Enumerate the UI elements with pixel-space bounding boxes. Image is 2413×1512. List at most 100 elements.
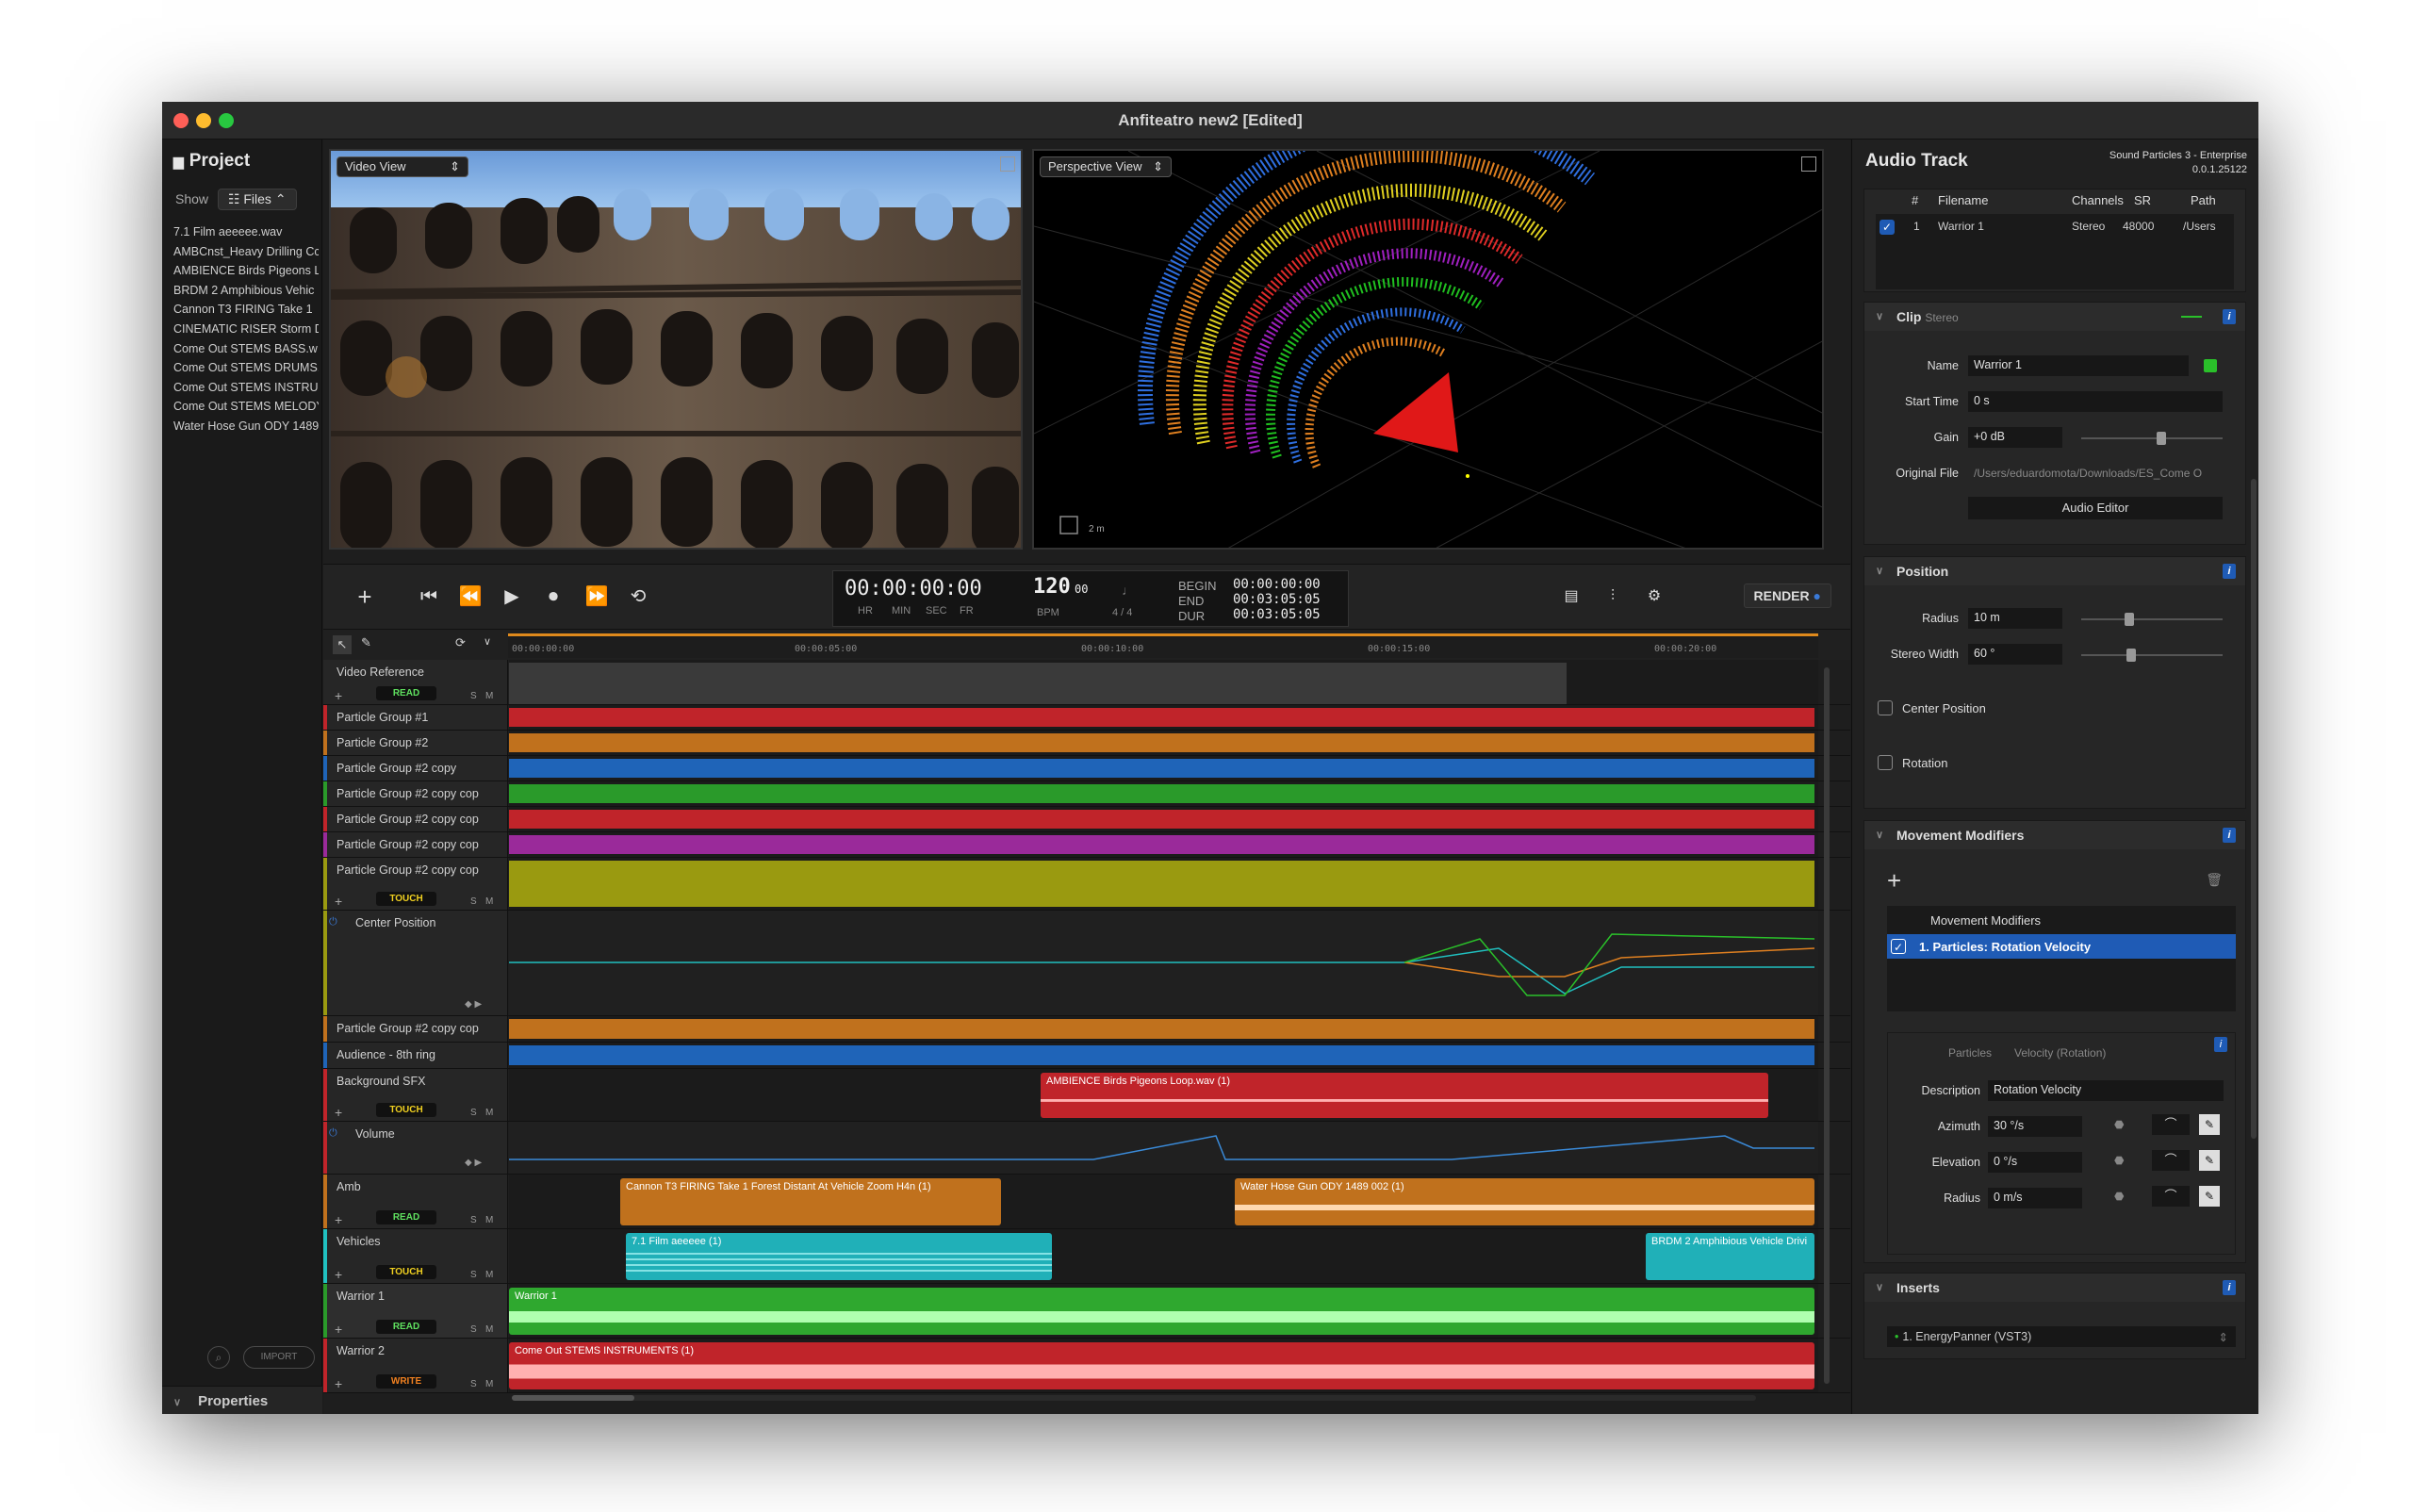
power-icon[interactable]: • <box>1895 1330 1898 1343</box>
add-modifier-icon[interactable]: + <box>1887 866 1901 896</box>
mute-button[interactable]: M <box>485 896 493 907</box>
automation-mode[interactable]: READ <box>376 1210 436 1224</box>
automation-curves[interactable] <box>509 911 1818 1016</box>
file-item[interactable]: AMBIENCE Birds Pigeons L <box>173 261 319 281</box>
add-icon[interactable]: + <box>335 688 342 703</box>
view-toggle-icon[interactable]: ▤ <box>1554 580 1588 614</box>
gear-icon[interactable]: ⚙ <box>1637 580 1671 614</box>
add-icon[interactable]: + <box>335 894 342 909</box>
fast-forward-icon[interactable]: ⏩ <box>580 580 614 614</box>
track-bar[interactable] <box>509 733 1814 752</box>
solo-button[interactable]: S <box>470 1108 477 1118</box>
track-audience-8th-ring[interactable]: Audience - 8th ring <box>323 1043 1850 1069</box>
track-bar[interactable] <box>509 861 1814 907</box>
rewind-icon[interactable]: ⏪ <box>453 580 487 614</box>
track-particle-group-2[interactable]: Particle Group #2 <box>323 731 1850 756</box>
file-item[interactable]: Come Out STEMS DRUMS. <box>173 358 319 378</box>
table-row[interactable]: ✓ 1 Warrior 1 Stereo 48000 /Users <box>1876 214 2234 289</box>
track-particle-group-1[interactable]: Particle Group #1 <box>323 705 1850 731</box>
gain-field[interactable]: +0 dB <box>1968 427 2062 448</box>
track-bar[interactable] <box>509 784 1814 803</box>
inserts-header[interactable]: ∨ Inserts i <box>1864 1274 2245 1302</box>
insert-slot[interactable]: • 1. EnergyPanner (VST3) ⇕ <box>1887 1326 2236 1347</box>
file-item[interactable]: 7.1 Film aeeeee.wav <box>173 222 319 242</box>
name-field[interactable]: Warrior 1 <box>1968 355 2189 376</box>
render-button[interactable]: RENDER ● <box>1743 583 1831 608</box>
solo-button[interactable]: S <box>470 1379 477 1389</box>
movement-modifiers-header[interactable]: ∨ Movement Modifiers i <box>1864 821 2245 849</box>
video-view-selector[interactable]: Video View ⇕ <box>337 156 468 177</box>
slider-knob[interactable] <box>2125 613 2134 626</box>
track-particle-group-2-copy-5[interactable]: Particle Group #2 copy cop + TOUCH S M <box>323 858 1850 911</box>
automation-mode[interactable]: TOUCH <box>376 1103 436 1117</box>
search-icon[interactable]: ⌕ <box>207 1346 230 1369</box>
curve-icon[interactable]: ⌒ <box>2152 1114 2190 1135</box>
pointer-tool-icon[interactable]: ↖ <box>333 635 352 654</box>
automation-mode[interactable]: READ <box>376 686 436 700</box>
expand-icon[interactable] <box>1801 156 1816 172</box>
add-icon[interactable]: + <box>335 1212 342 1227</box>
track-particle-group-2-copy-6[interactable]: Particle Group #2 copy cop <box>323 1016 1850 1043</box>
edit-icon[interactable]: ✎ <box>2199 1150 2220 1171</box>
track-particle-group-2-copy[interactable]: Particle Group #2 copy <box>323 756 1850 781</box>
horizontal-scrollbar[interactable] <box>512 1395 1756 1401</box>
audio-clip[interactable]: BRDM 2 Amphibious Vehicle Drivi <box>1646 1233 1814 1280</box>
timeline-ruler[interactable]: 00:00:00:00 00:00:05:00 00:00:10:00 00:0… <box>508 633 1818 658</box>
mute-button[interactable]: M <box>485 1108 493 1118</box>
mute-button[interactable]: M <box>485 1215 493 1225</box>
curve-icon[interactable]: ⌒ <box>2152 1186 2190 1207</box>
snap-icon[interactable]: ⟳ <box>455 635 466 650</box>
add-icon[interactable]: + <box>335 1267 342 1282</box>
add-icon[interactable]: + <box>348 580 382 614</box>
audio-clip[interactable]: Come Out STEMS INSTRUMENTS (1) <box>509 1342 1814 1389</box>
properties-bar[interactable]: ∨ Properties <box>162 1386 322 1414</box>
info-icon[interactable]: i <box>2223 1280 2236 1295</box>
modifier-item[interactable]: ✓ 1. Particles: Rotation Velocity <box>1887 934 2236 959</box>
volume-curve[interactable] <box>509 1122 1818 1175</box>
file-item[interactable]: CINEMATIC RISER Storm D <box>173 320 319 339</box>
trash-icon[interactable]: 🗑 <box>2206 872 2223 888</box>
perspective-view-selector[interactable]: Perspective View ⇕ <box>1040 156 1172 177</box>
radius-field[interactable]: 10 m <box>1968 608 2062 629</box>
position-header[interactable]: ∨ Position i <box>1864 557 2245 585</box>
import-button[interactable]: IMPORT <box>243 1346 315 1369</box>
track-bar[interactable] <box>509 810 1814 829</box>
track-video-reference[interactable]: Video Reference + READ S M <box>323 660 1850 705</box>
automation-mode[interactable]: WRITE <box>376 1374 436 1389</box>
radius-slider[interactable] <box>2081 613 2223 626</box>
file-item[interactable]: Water Hose Gun ODY 1489 <box>173 417 319 436</box>
metronome-icon[interactable]: ♩ <box>1122 583 1135 598</box>
automation-mode[interactable]: READ <box>376 1320 436 1334</box>
description-field[interactable]: Rotation Velocity <box>1988 1080 2224 1101</box>
audio-editor-button[interactable]: Audio Editor <box>1968 497 2223 519</box>
file-item[interactable]: Cannon T3 FIRING Take 1 <box>173 300 319 320</box>
automation-lane-center-position[interactable]: ⏻ Center Position ◆ ▶ <box>323 911 1850 1016</box>
gain-slider[interactable] <box>2081 432 2223 445</box>
chevron-updown-icon[interactable]: ⇕ <box>2219 1330 2228 1344</box>
track-background-sfx[interactable]: Background SFX + TOUCH S M AMBIENCE Birds Pi… <box>323 1069 1850 1122</box>
mixer-icon[interactable]: ⫶ <box>1596 580 1630 614</box>
loop-icon[interactable]: ⟲ <box>621 580 655 614</box>
randomness-icon[interactable]: ⬣ <box>2114 1154 2124 1167</box>
solo-button[interactable]: S <box>470 1270 477 1280</box>
track-particle-group-2-copy-4[interactable]: Particle Group #2 copy cop <box>323 832 1850 858</box>
start-time-field[interactable]: 0 s <box>1968 391 2223 412</box>
file-item[interactable]: BRDM 2 Amphibious Vehic <box>173 281 319 301</box>
solo-button[interactable]: S <box>470 1215 477 1225</box>
track-amb[interactable]: Amb + READ S M Cannon T3 FIRING Take 1 Fores… <box>323 1175 1850 1229</box>
audio-clip[interactable]: Cannon T3 FIRING Take 1 Forest Distant A… <box>620 1178 1001 1225</box>
audio-clip[interactable]: 7.1 Film aeeeee (1) <box>626 1233 1052 1280</box>
file-item[interactable]: Come Out STEMS INSTRUI <box>173 378 319 398</box>
randomness-icon[interactable]: ⬣ <box>2114 1118 2124 1131</box>
solo-button[interactable]: S <box>470 896 477 907</box>
draw-tool-icon[interactable]: ✎ <box>361 635 371 650</box>
add-icon[interactable]: + <box>335 1105 342 1120</box>
video-clip[interactable] <box>509 663 1567 704</box>
slider-knob[interactable] <box>2157 432 2166 445</box>
info-icon[interactable]: i <box>2223 564 2236 579</box>
add-icon[interactable]: + <box>335 1376 342 1391</box>
end-value[interactable]: 00:03:05:05 <box>1233 592 1321 607</box>
info-icon[interactable]: i <box>2214 1037 2227 1052</box>
expand-icon[interactable] <box>1000 156 1015 172</box>
track-warrior-2[interactable]: Warrior 2 + WRITE S M Come Out STEMS INSTRUM… <box>323 1339 1850 1393</box>
